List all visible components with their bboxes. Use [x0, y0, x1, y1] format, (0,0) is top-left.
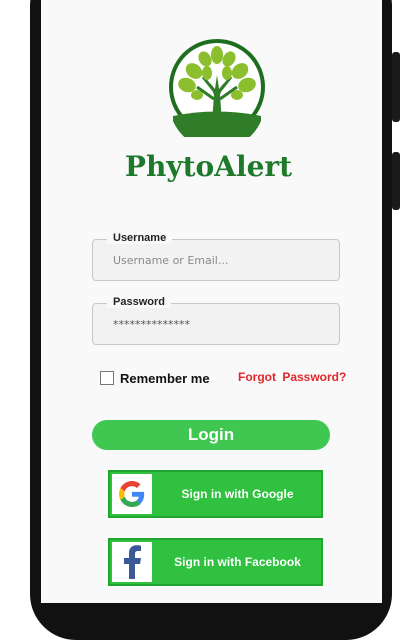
password-label: Password	[107, 296, 171, 308]
google-icon-box	[112, 474, 152, 514]
password-field[interactable]: Password	[92, 296, 340, 345]
password-input[interactable]	[113, 314, 323, 334]
login-button[interactable]: Login	[92, 420, 330, 450]
facebook-icon	[124, 545, 141, 579]
username-field[interactable]: Username	[92, 232, 340, 281]
phone-side-button	[392, 52, 400, 122]
google-icon	[119, 481, 145, 507]
forgot-password-link[interactable]: Forgot Password?	[238, 370, 346, 384]
facebook-signin-button[interactable]: Sign in with Facebook	[108, 538, 323, 586]
google-signin-button[interactable]: Sign in with Google	[108, 470, 323, 518]
remember-checkbox[interactable]	[100, 371, 114, 385]
remember-me[interactable]: Remember me	[100, 369, 210, 387]
app-title: PhytoAlert	[124, 150, 293, 183]
username-label: Username	[107, 232, 173, 244]
google-signin-label: Sign in with Google	[181, 487, 294, 501]
username-input[interactable]	[113, 250, 323, 270]
facebook-signin-label: Sign in with Facebook	[174, 555, 301, 569]
remember-label: Remember me	[120, 370, 210, 386]
facebook-icon-box	[112, 542, 152, 582]
tree-logo-icon	[169, 39, 265, 137]
